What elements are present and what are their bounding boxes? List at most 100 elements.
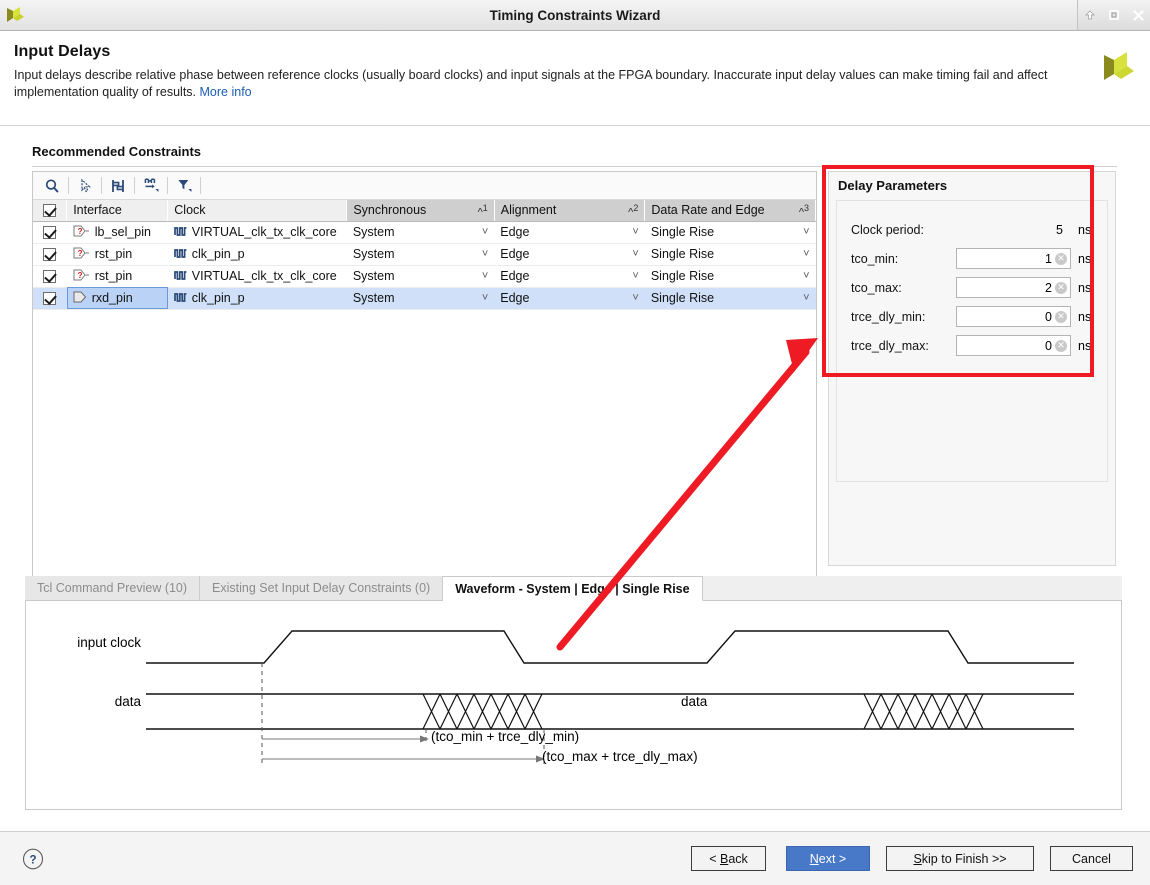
row-checkbox[interactable] <box>43 292 56 305</box>
row-checkbox[interactable] <box>43 248 56 261</box>
back-button[interactable]: < Back <box>691 846 766 871</box>
search-icon[interactable] <box>39 174 65 198</box>
cell-clock[interactable]: VIRTUAL_clk_tx_clk_core <box>168 265 347 287</box>
delay-param-input[interactable]: 0✕ <box>956 306 1071 327</box>
cell-alignment[interactable]: Edge˅ <box>494 243 645 265</box>
cell-data-rate-and-edge[interactable]: Single Rise˅ <box>645 221 816 243</box>
data-rate-value: Single Rise <box>651 291 714 305</box>
chevron-down-icon[interactable]: ˅ <box>482 292 488 304</box>
row-checkbox-cell[interactable] <box>33 221 67 243</box>
table-row[interactable]: ?rst_pinVIRTUAL_clk_tx_clk_coreSystem˅Ed… <box>33 265 816 287</box>
clear-field-icon[interactable]: ✕ <box>1055 282 1067 294</box>
annotation-tco-max: (tco_max + trce_dly_max) <box>542 749 698 764</box>
cell-synchronous[interactable]: System˅ <box>347 243 494 265</box>
section-divider <box>32 166 1117 167</box>
column-header-data-rate-and-edge[interactable]: Data Rate and Edge ^3 <box>645 200 816 221</box>
table-row[interactable]: rxd_pin clk_pin_p System˅Edge˅ Single Rise ˅ <box>33 287 816 309</box>
table-row[interactable]: ?rst_pinclk_pin_pSystem˅Edge˅Single Rise… <box>33 243 816 265</box>
close-button[interactable] <box>1126 0 1150 30</box>
chevron-down-icon[interactable]: ˅ <box>803 270 809 282</box>
tab-waveform[interactable]: Waveform - System | Edge | Single Rise <box>443 576 702 601</box>
clear-field-icon[interactable]: ✕ <box>1055 340 1067 352</box>
row-checkbox-cell[interactable] <box>33 287 67 309</box>
column-label: Interface <box>73 203 122 217</box>
chevron-down-icon[interactable]: ˅ <box>803 248 809 260</box>
column-header-synchronous[interactable]: Synchronous ^1 <box>347 200 494 221</box>
row-checkbox-cell[interactable] <box>33 243 67 265</box>
cell-synchronous[interactable]: System ˅ <box>347 265 494 287</box>
delay-param-input[interactable]: 0✕ <box>956 335 1071 356</box>
more-info-link[interactable]: More info <box>200 85 252 99</box>
chevron-down-icon[interactable]: ˅ <box>632 292 638 304</box>
next-button-label: Next > <box>810 852 846 866</box>
cell-clock[interactable]: VIRTUAL_clk_tx_clk_core <box>168 221 347 243</box>
select-all-header[interactable] <box>33 200 67 221</box>
chevron-down-icon[interactable]: ˅ <box>803 292 809 304</box>
next-button[interactable]: Next > <box>786 846 870 871</box>
chevron-down-icon[interactable]: ˅ <box>482 248 488 260</box>
bottom-tab-panel: Tcl Command Preview (10)Existing Set Inp… <box>25 576 1122 811</box>
cell-synchronous[interactable]: System˅ <box>347 287 494 309</box>
cell-data-rate-and-edge[interactable]: Single Rise˅ <box>645 265 816 287</box>
delay-param-row[interactable]: tco_max:2✕ns <box>837 273 1107 302</box>
synchronous-value: System <box>353 269 395 283</box>
delay-param-input[interactable]: 2✕ <box>956 277 1071 298</box>
chevron-down-icon[interactable]: ˅ <box>803 226 809 238</box>
row-checkbox[interactable] <box>43 270 56 283</box>
auto-fit-columns-icon[interactable] <box>105 174 131 198</box>
row-checkbox-cell[interactable] <box>33 265 67 287</box>
row-checkbox[interactable] <box>43 226 56 239</box>
clear-field-icon[interactable]: ✕ <box>1055 311 1067 323</box>
delay-param-input[interactable]: 1✕ <box>956 248 1071 269</box>
cell-clock[interactable]: clk_pin_p <box>168 287 347 309</box>
delay-param-row[interactable]: tco_min:1✕ns <box>837 244 1107 273</box>
sort-ascending-icon: ^3 <box>799 203 809 219</box>
cell-synchronous[interactable]: System˅ <box>347 221 494 243</box>
cell-interface[interactable]: rxd_pin <box>67 287 168 309</box>
question-mark-icon[interactable]: ? <box>22 848 44 873</box>
svg-text:?: ? <box>77 249 82 258</box>
delay-param-row[interactable]: trce_dly_min:0✕ns <box>837 302 1107 331</box>
cell-interface[interactable]: ?rst_pin <box>67 243 168 265</box>
cancel-button-label: Cancel <box>1072 852 1111 866</box>
chevron-down-icon[interactable]: ˅ <box>632 248 638 260</box>
cell-alignment[interactable]: Edge˅ <box>494 221 645 243</box>
delay-param-row[interactable]: trce_dly_max:0✕ns <box>837 331 1107 360</box>
select-all-checkbox[interactable] <box>43 204 56 217</box>
chevron-down-icon[interactable]: ˅ <box>482 270 488 282</box>
clear-field-icon[interactable]: ✕ <box>1055 253 1067 265</box>
group-by-icon[interactable] <box>138 174 164 198</box>
waveform-svg <box>26 601 1121 808</box>
skip-to-finish-button-label: Skip to Finish >> <box>913 852 1006 866</box>
table-row[interactable]: ?lb_sel_pinVIRTUAL_clk_tx_clk_coreSystem… <box>33 221 816 243</box>
cell-data-rate-and-edge[interactable]: Single Rise ˅ <box>645 287 816 309</box>
column-header-interface[interactable]: Interface <box>67 200 168 221</box>
select-cursor-icon[interactable] <box>72 174 98 198</box>
clock-waveform-icon <box>174 225 187 240</box>
cell-clock[interactable]: clk_pin_p <box>168 243 347 265</box>
column-header-alignment[interactable]: Alignment ^2 <box>494 200 645 221</box>
cell-interface[interactable]: ?rst_pin <box>67 265 168 287</box>
maximize-button[interactable] <box>1102 0 1126 30</box>
delay-param-value: 2 <box>1045 281 1052 295</box>
unknown-port-icon: ? <box>73 225 90 240</box>
svg-text:?: ? <box>77 271 82 280</box>
cancel-button[interactable]: Cancel <box>1050 846 1133 871</box>
cell-alignment[interactable]: Edge˅ <box>494 265 645 287</box>
chevron-down-icon[interactable]: ˅ <box>482 226 488 238</box>
chevron-down-icon[interactable]: ˅ <box>632 226 638 238</box>
cell-data-rate-and-edge[interactable]: Single Rise˅ <box>645 243 816 265</box>
column-header-clock[interactable]: Clock <box>168 200 347 221</box>
annotation-tco-min: (tco_min + trce_dly_min) <box>431 729 579 744</box>
tab-item-0[interactable]: Tcl Command Preview (10) <box>25 576 200 600</box>
skip-to-finish-button[interactable]: Skip to Finish >> <box>886 846 1034 871</box>
chevron-down-icon[interactable]: ˅ <box>632 270 638 282</box>
clock-name: clk_pin_p <box>192 291 245 305</box>
filter-icon[interactable] <box>171 174 197 198</box>
cell-interface[interactable]: ?lb_sel_pin <box>67 221 168 243</box>
restore-up-button[interactable] <box>1078 0 1102 30</box>
input-clock-waveform <box>146 631 1074 663</box>
tab-item-1[interactable]: Existing Set Input Delay Constraints (0) <box>200 576 443 600</box>
cell-alignment[interactable]: Edge˅ <box>494 287 645 309</box>
constraints-table: Interface Clock Synchronous ^1 Alignment… <box>33 200 816 310</box>
